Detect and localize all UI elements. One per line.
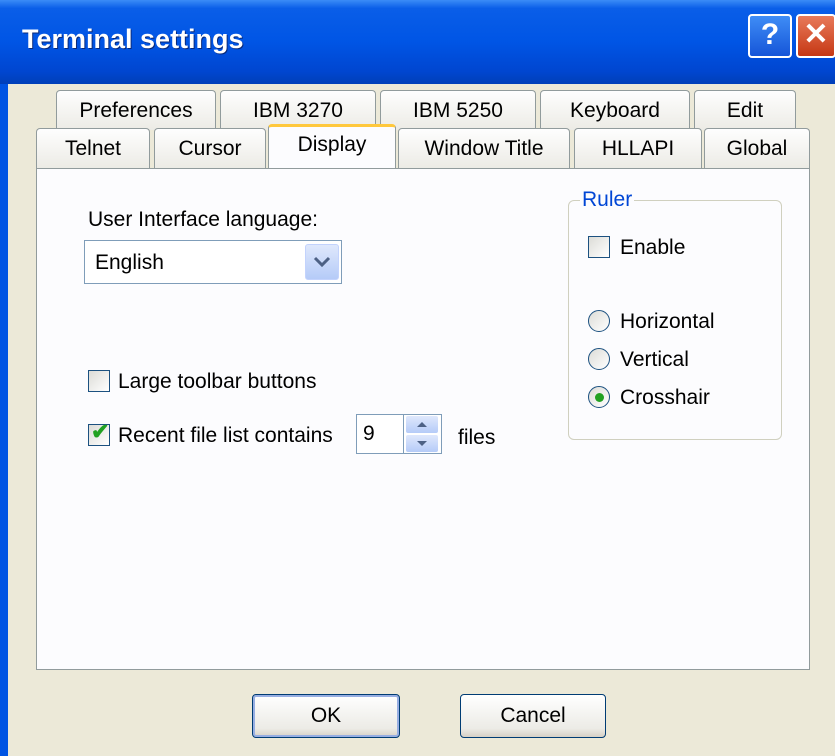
tab-hllapi[interactable]: HLLAPI bbox=[574, 128, 702, 168]
radio-vertical[interactable] bbox=[588, 348, 610, 370]
terminal-settings-window: Terminal settings ? ✕ Preferences IBM 32… bbox=[0, 0, 835, 756]
tab-telnet[interactable]: Telnet bbox=[36, 128, 150, 168]
radio-horizontal-label: Horizontal bbox=[620, 310, 715, 333]
tab-window-title[interactable]: Window Title bbox=[398, 128, 570, 168]
large-toolbar-checkbox[interactable] bbox=[88, 370, 110, 392]
title-bar[interactable]: Terminal settings ? ✕ bbox=[0, 0, 835, 84]
check-icon: ✔ bbox=[91, 419, 110, 444]
tab-cursor[interactable]: Cursor bbox=[154, 128, 266, 168]
ok-button[interactable]: OK bbox=[252, 694, 400, 738]
recent-files-count-value: 9 bbox=[363, 422, 375, 445]
recent-files-checkbox[interactable]: ✔ bbox=[88, 419, 110, 446]
ui-language-label: User Interface language: bbox=[88, 208, 318, 231]
tab-preferences[interactable]: Preferences bbox=[56, 90, 216, 130]
radio-crosshair-label: Crosshair bbox=[620, 386, 710, 409]
tab-ibm-5250[interactable]: IBM 5250 bbox=[380, 90, 536, 130]
radio-vertical-label: Vertical bbox=[620, 348, 689, 371]
large-toolbar-label: Large toolbar buttons bbox=[118, 370, 317, 393]
recent-files-label: Recent file list contains bbox=[118, 424, 333, 447]
chevron-down-icon[interactable] bbox=[305, 244, 339, 280]
ruler-group-title: Ruler bbox=[580, 188, 635, 212]
spin-up-button[interactable] bbox=[406, 416, 438, 433]
spin-down-button[interactable] bbox=[406, 435, 438, 452]
ui-language-select[interactable]: English bbox=[84, 240, 342, 284]
help-button[interactable]: ? bbox=[748, 14, 792, 58]
window-title: Terminal settings bbox=[22, 24, 244, 54]
ui-language-value: English bbox=[95, 251, 164, 274]
radio-crosshair[interactable] bbox=[588, 386, 610, 408]
tab-global[interactable]: Global bbox=[704, 128, 810, 168]
tab-display[interactable]: Display bbox=[268, 124, 396, 168]
ruler-enable-label: Enable bbox=[620, 236, 686, 259]
close-button[interactable]: ✕ bbox=[796, 14, 835, 58]
recent-files-suffix: files bbox=[458, 426, 496, 449]
tab-edit[interactable]: Edit bbox=[694, 90, 796, 130]
window-border bbox=[0, 84, 8, 756]
recent-files-spinner[interactable] bbox=[404, 414, 442, 454]
radio-selected-dot bbox=[595, 393, 604, 402]
recent-files-count-input[interactable]: 9 bbox=[356, 414, 404, 454]
cancel-button[interactable]: Cancel bbox=[460, 694, 606, 738]
ruler-enable-checkbox[interactable] bbox=[588, 236, 610, 258]
radio-horizontal[interactable] bbox=[588, 310, 610, 332]
tab-keyboard[interactable]: Keyboard bbox=[540, 90, 690, 130]
